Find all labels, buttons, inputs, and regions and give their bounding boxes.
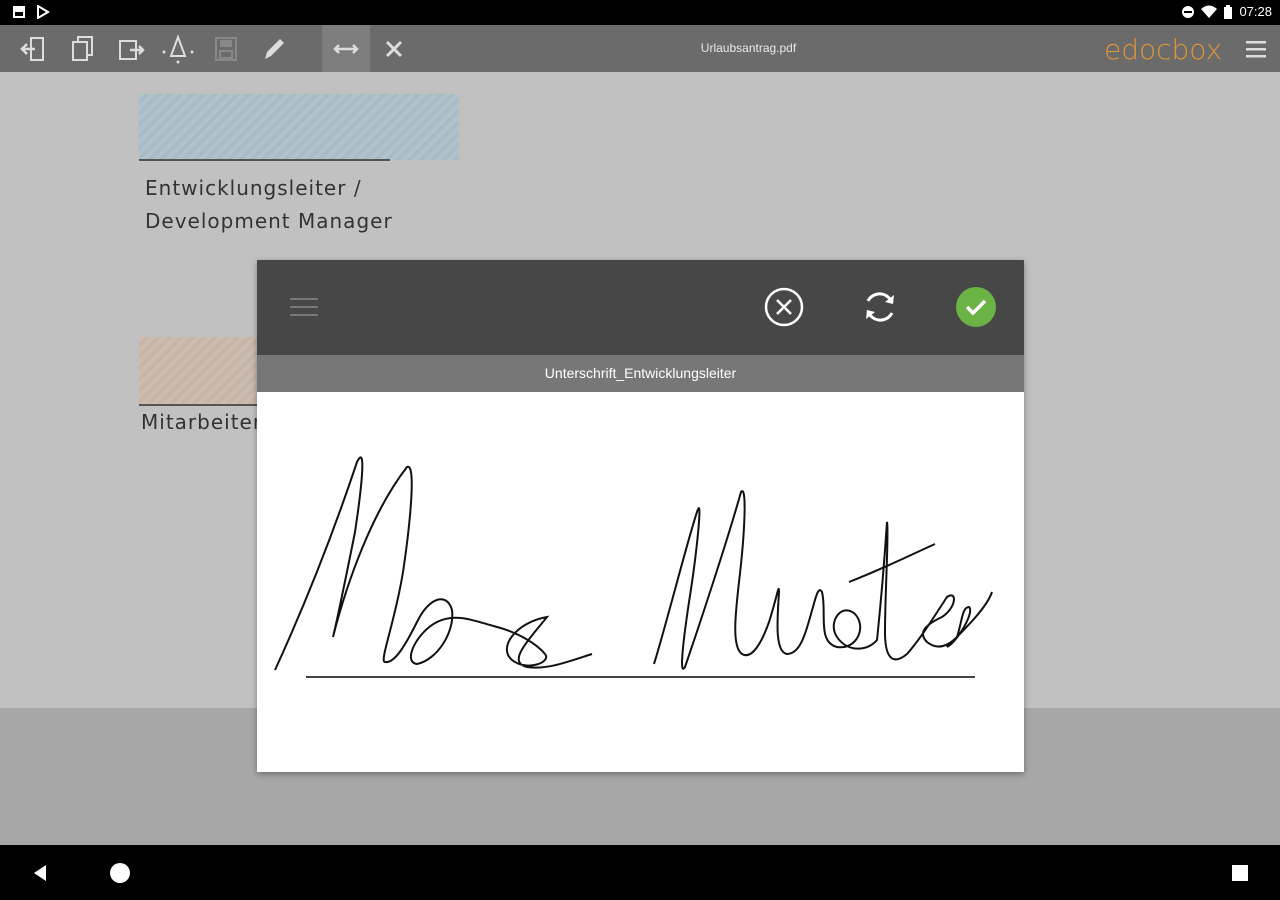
signature-dialog: Unterschrift_Entwicklungsleiter: [257, 260, 1024, 772]
title-area: Urlaubsantrag.pdf: [0, 25, 1280, 72]
document-title: Urlaubsantrag.pdf: [700, 41, 797, 55]
status-bar: 07:28: [0, 0, 1280, 25]
signature-line: [139, 159, 390, 161]
signature-line: [139, 404, 257, 406]
refresh-icon: [866, 292, 894, 322]
dialog-title: Unterschrift_Entwicklungsleiter: [257, 355, 1024, 392]
signature-field-employee[interactable]: [139, 337, 257, 405]
play-store-icon: [37, 5, 50, 19]
edocbox-logo: edocbox: [1104, 33, 1223, 66]
home-icon: [110, 863, 130, 883]
signature-canvas[interactable]: [257, 392, 1024, 772]
dialog-menu-button[interactable]: [281, 284, 327, 330]
back-button[interactable]: [27, 860, 53, 886]
back-icon: [34, 865, 46, 881]
reset-button[interactable]: [857, 284, 903, 330]
confirm-button[interactable]: [953, 284, 999, 330]
home-button[interactable]: [107, 860, 133, 886]
hamburger-icon: [1246, 41, 1266, 58]
hamburger-icon: [290, 298, 318, 316]
app-menu-button[interactable]: [1244, 38, 1268, 60]
label-line-2: Development Manager: [145, 209, 393, 233]
signature-field-label: Mitarbeiter: [141, 410, 263, 434]
check-circle-icon: [956, 287, 996, 327]
dnd-icon: [1182, 5, 1195, 18]
status-time: 07:28: [1239, 4, 1272, 19]
cancel-circle-icon: [764, 287, 804, 327]
battery-icon: [1224, 4, 1233, 19]
wifi-icon: [1201, 5, 1218, 18]
cancel-button[interactable]: [761, 284, 807, 330]
navigation-bar: [0, 845, 1280, 900]
signature-field-development-manager[interactable]: [139, 94, 459, 160]
dialog-header: [257, 260, 1024, 355]
gallery-icon: [13, 6, 25, 18]
handwritten-signature: [274, 456, 993, 678]
signature-field-label: Entwicklungsleiter / Development Manager: [145, 172, 393, 238]
recents-button[interactable]: [1227, 860, 1253, 886]
label-line-1: Entwicklungsleiter /: [145, 176, 362, 200]
recents-icon: [1232, 865, 1248, 881]
